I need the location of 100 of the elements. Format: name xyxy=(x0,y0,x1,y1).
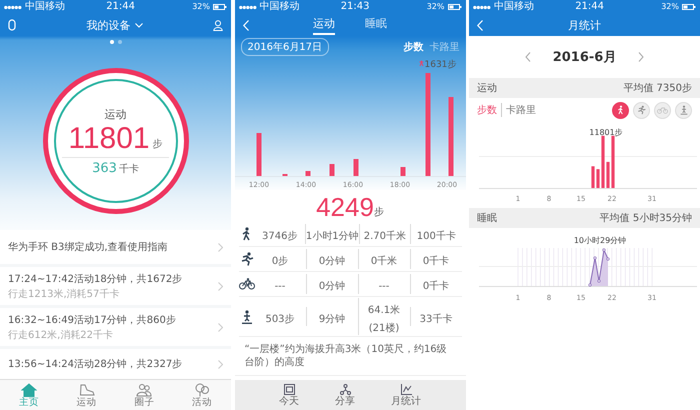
walking-person-icon xyxy=(616,105,624,115)
table-cell: 0千卡 xyxy=(422,281,450,292)
header-tab[interactable]: 睡眠 xyxy=(365,16,387,34)
guide-notice-row[interactable]: 华为手环 B3绑定成功,查看使用指南 xyxy=(0,230,231,264)
previous-month-icon[interactable] xyxy=(524,52,531,62)
step-unit: 步 xyxy=(152,138,163,152)
chevron-right-icon xyxy=(218,242,223,252)
running-person-icon xyxy=(637,105,646,115)
section-average: 平均值 5小时35分钟 xyxy=(600,212,692,225)
section-title: 睡眠 xyxy=(477,212,497,225)
battery-icon xyxy=(213,4,227,10)
record-title: 13:56~14:24活动28分钟，共2327步 xyxy=(8,358,182,371)
table-cell: 2.70千米 xyxy=(364,231,406,242)
metric-toggle[interactable]: 步数 xyxy=(477,103,497,117)
chart-bar xyxy=(400,167,405,176)
signal-icon xyxy=(4,4,22,10)
section-average: 平均值 7350步 xyxy=(623,82,692,95)
table-cell: 0分钟 xyxy=(318,281,346,292)
clock-time: 21:44 xyxy=(574,2,606,12)
table-cell: 64.1米 (21楼) xyxy=(368,305,400,334)
bicycle-icon xyxy=(657,106,668,114)
walker-icon xyxy=(418,59,424,66)
header-tab[interactable]: 运动 xyxy=(313,16,335,34)
date-pill[interactable]: 2016年6月17日 xyxy=(240,38,330,56)
table-cell: 1小时1分钟 xyxy=(306,231,359,242)
activity-label: 运动 xyxy=(104,106,126,122)
record-detail: 行走1213米,消耗57千卡 xyxy=(8,288,120,300)
page-dot[interactable] xyxy=(110,40,114,44)
table-cell: 100千卡 xyxy=(416,231,456,242)
bicycle-icon xyxy=(238,278,254,290)
metric-toggle[interactable]: 卡路里 xyxy=(501,103,536,117)
table-cell: --- xyxy=(274,281,286,292)
peak-value-label: 11801步 xyxy=(589,128,623,137)
chart-icon xyxy=(400,384,412,394)
back-icon[interactable] xyxy=(242,20,248,30)
page-dot[interactable] xyxy=(118,40,122,44)
table-cell: 33千卡 xyxy=(420,314,452,325)
calorie-count: 363 xyxy=(92,160,117,176)
tab-bar-item[interactable]: 主页 xyxy=(0,380,58,410)
chevron-right-icon xyxy=(218,322,223,332)
battery-percent: 32% xyxy=(661,3,679,11)
carrier-name: 中国移动 xyxy=(25,2,65,12)
clock-time: 21:43 xyxy=(340,2,371,12)
carrier-name: 中国移动 xyxy=(494,2,534,12)
table-cell: 9分钟 xyxy=(318,314,346,325)
share-icon xyxy=(340,384,350,394)
signal-icon xyxy=(238,4,256,10)
people-icon xyxy=(136,382,152,397)
table-cell: 0千米 xyxy=(370,256,398,268)
battery-icon xyxy=(682,4,696,10)
clock-time: 21:44 xyxy=(105,2,136,12)
month-label: 2016-6月 xyxy=(552,49,616,66)
table-cell: 503步 xyxy=(265,314,295,325)
table-cell: 3746步 xyxy=(262,231,298,242)
tab-bar-item[interactable]: 活动 xyxy=(173,380,231,410)
footnote: “一层楼”约为海拔升高3米（10英尺，约16级台阶）的高度 xyxy=(234,337,466,376)
calorie-unit: 千卡 xyxy=(118,162,139,176)
bottom-bar-item[interactable]: 今天 xyxy=(279,380,299,410)
table-cell: 0千卡 xyxy=(422,256,450,268)
section-title: 运动 xyxy=(477,82,497,95)
total-steps: 4249 xyxy=(316,193,374,222)
header-title: 月统计 xyxy=(568,18,601,32)
chart-bar xyxy=(353,159,358,176)
activity-record-row[interactable]: 13:56~14:24活动28分钟，共2327步 xyxy=(0,349,231,379)
chart-bar xyxy=(256,133,261,176)
tab-bar-item[interactable]: 圈子 xyxy=(116,380,174,410)
balloons-icon xyxy=(194,382,210,397)
climbing-person-icon xyxy=(680,105,688,115)
activity-filter-button[interactable] xyxy=(612,102,629,118)
carrier-name: 中国移动 xyxy=(260,2,300,12)
battery-percent: 32% xyxy=(192,3,210,11)
back-icon[interactable] xyxy=(477,20,483,30)
signal-icon xyxy=(473,4,491,10)
chevron-right-icon xyxy=(218,360,223,368)
chevron-down-icon[interactable] xyxy=(134,22,142,28)
bottom-bar-item[interactable]: 分享 xyxy=(335,380,355,410)
activity-record-row[interactable]: 17:24~17:42活动18分钟，共1672步 行走1213米,消耗57千卡 xyxy=(0,267,231,305)
record-detail: 行走612米,消耗22千卡 xyxy=(8,328,114,342)
calendar-icon xyxy=(284,384,294,394)
record-title: 16:32~16:49活动17分钟，共860步 xyxy=(8,314,176,326)
bottom-bar-item[interactable]: 月统计 xyxy=(391,380,421,410)
header-title[interactable]: 我的设备 xyxy=(86,18,130,32)
activity-record-row[interactable]: 16:32~16:49活动17分钟，共860步 行走612米,消耗22千卡 xyxy=(0,308,231,346)
tab-bar-item[interactable]: 运动 xyxy=(58,380,116,410)
table-cell: --- xyxy=(378,281,390,292)
table-cell: 0分钟 xyxy=(318,256,346,268)
metric-toggle[interactable]: 卡路里 xyxy=(430,40,460,54)
band-icon[interactable] xyxy=(8,19,16,31)
table-cell: 0步 xyxy=(272,256,288,268)
chart-bar xyxy=(305,171,310,176)
guide-notice: 华为手环 B3绑定成功,查看使用指南 xyxy=(8,240,168,254)
peak-value-label: 1631步 xyxy=(424,58,456,71)
chevron-right-icon xyxy=(218,282,223,290)
next-month-icon[interactable] xyxy=(638,52,644,62)
battery-icon xyxy=(448,4,462,10)
home-icon xyxy=(20,382,37,397)
battery-percent: 32% xyxy=(426,3,444,11)
person-icon[interactable] xyxy=(213,20,223,30)
total-unit: 步 xyxy=(374,206,384,220)
metric-toggle[interactable]: 步数 xyxy=(404,40,424,54)
